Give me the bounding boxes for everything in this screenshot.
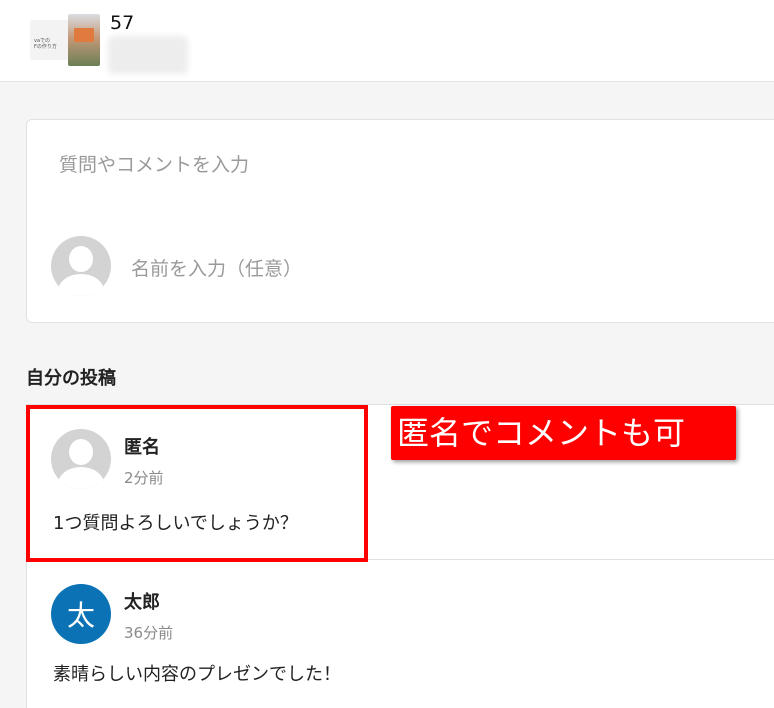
comment-composer: 質問やコメントを入力 名前を入力（任意） xyxy=(26,119,774,323)
thumbnail-photo xyxy=(68,14,100,66)
letter-avatar: 太 xyxy=(51,584,111,644)
default-avatar-icon xyxy=(51,236,111,296)
comment-author: 太郎 xyxy=(124,592,160,613)
highlight-box xyxy=(26,405,368,562)
annotation-callout: 匿名でコメントも可 xyxy=(391,406,736,460)
my-posts-heading: 自分の投稿 xyxy=(26,368,116,389)
comment-time: 36分前 xyxy=(124,624,174,642)
name-input[interactable]: 名前を入力（任意） xyxy=(131,254,302,281)
comment-input[interactable]: 質問やコメントを入力 xyxy=(59,150,249,177)
view-count: 57 xyxy=(110,12,135,34)
blurred-username xyxy=(108,36,188,74)
comment-card: 太 太郎 36分前 素晴らしい内容のプレゼンでした！ xyxy=(26,559,774,708)
top-bar: vaでの Fの作り方 57 xyxy=(0,0,774,82)
slide-thumbnail[interactable]: vaでの Fの作り方 xyxy=(30,14,100,66)
comment-text: 素晴らしい内容のプレゼンでした！ xyxy=(53,664,341,685)
thumbnail-text: vaでの Fの作り方 xyxy=(34,38,57,50)
thumbnail-tile: vaでの Fの作り方 xyxy=(30,20,70,60)
